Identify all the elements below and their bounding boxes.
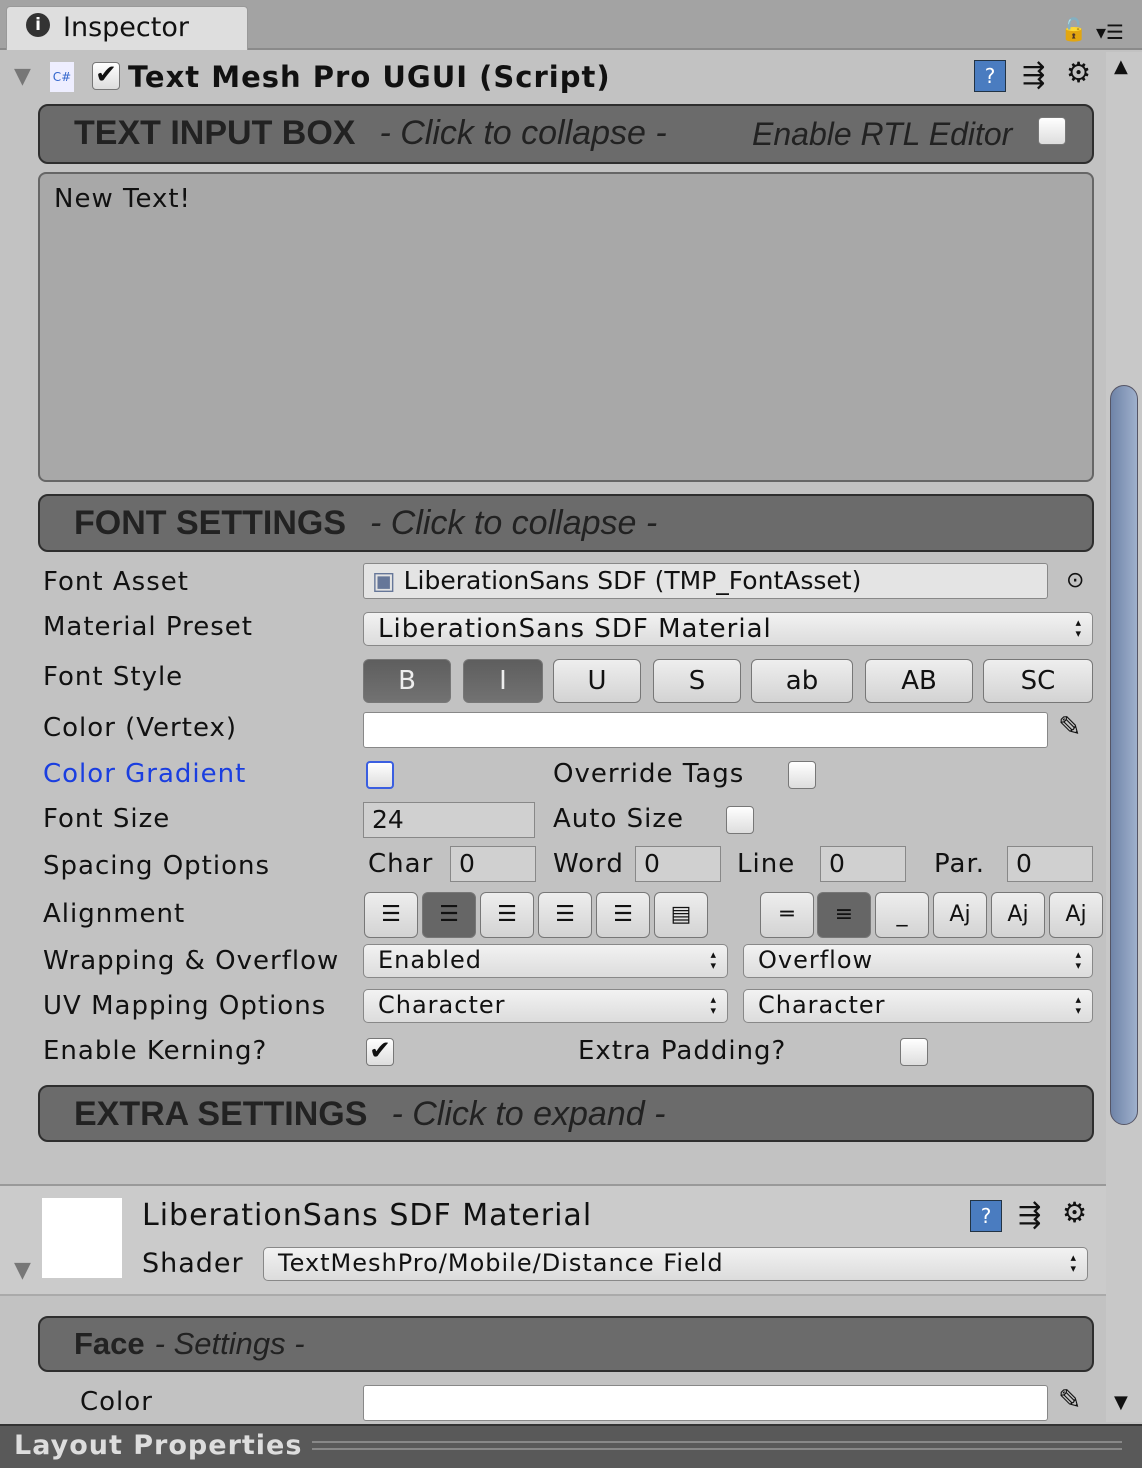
style-bold-button[interactable]: B [363,659,451,703]
spacing-options-label: Spacing Options [43,851,271,881]
info-icon: i [26,13,50,37]
extra-padding-label: Extra Padding? [578,1036,787,1066]
eyedropper-icon[interactable]: ✎ [1058,710,1081,743]
material-preset-dropdown[interactable]: LiberationSans SDF Material [363,612,1093,646]
override-tags-checkbox[interactable] [788,761,816,789]
color-vertex-swatch[interactable] [363,712,1048,748]
rtl-checkbox[interactable] [1038,117,1066,145]
color-vertex-label: Color (Vertex) [43,713,238,743]
scroll-up-icon[interactable]: ▲ [1114,56,1128,77]
auto-size-label: Auto Size [553,804,685,834]
color-gradient-label[interactable]: Color Gradient [43,759,246,789]
face-header[interactable]: Face - Settings - [38,1316,1094,1372]
uv-horizontal-dropdown[interactable]: Character [363,989,728,1023]
uv-vertical-dropdown[interactable]: Character [743,989,1093,1023]
wrapping-dropdown[interactable]: Enabled [363,944,728,978]
align-flush-icon[interactable]: ☰ [596,892,650,938]
font-asset-label: Font Asset [43,567,189,597]
alignment-label: Alignment [43,899,186,929]
menu-icon[interactable]: ▾☰ [1096,20,1124,44]
material-help-icon[interactable]: ? [970,1200,1002,1232]
rtl-label: Enable RTL Editor [752,116,1013,152]
align-geometry-center-icon[interactable]: ▤ [654,892,708,938]
component-enabled-checkbox[interactable]: ✔ [92,62,120,90]
align-justified-icon[interactable]: ☰ [538,892,592,938]
overflow-dropdown[interactable]: Overflow [743,944,1093,978]
text-input-area[interactable]: New Text! [38,172,1094,482]
material-preview [42,1198,122,1278]
color-gradient-checkbox[interactable] [366,761,394,789]
word-label: Word [553,849,624,879]
font-style-label: Font Style [43,662,184,692]
shader-label: Shader [142,1248,244,1279]
material-name: LiberationSans SDF Material [142,1198,593,1233]
face-color-swatch[interactable] [363,1385,1048,1421]
line-label: Line [737,849,796,879]
kerning-label: Enable Kerning? [43,1036,268,1066]
component-title: Text Mesh Pro UGUI (Script) [128,60,611,94]
line-spacing-input[interactable]: 0 [820,846,906,882]
material-preset-icon[interactable]: ⇶ [1018,1198,1041,1231]
extra-settings-header[interactable]: EXTRA SETTINGS - Click to expand - [38,1085,1094,1142]
gear-icon[interactable]: ⚙ [1066,56,1091,89]
scrollbar-thumb[interactable] [1110,385,1138,1125]
object-picker-icon[interactable]: ⊙ [1066,568,1084,593]
align-top-icon[interactable]: ═ [760,892,814,938]
font-size-label: Font Size [43,804,171,834]
style-underline-button[interactable]: U [553,659,641,703]
align-midline-icon[interactable]: Aj [991,892,1045,938]
word-spacing-input[interactable]: 0 [635,846,721,882]
face-eyedropper-icon[interactable]: ✎ [1058,1383,1081,1416]
uv-mapping-label: UV Mapping Options [43,991,327,1021]
align-right-icon[interactable]: ☰ [480,892,534,938]
drag-handle[interactable] [312,1441,1122,1450]
char-spacing-input[interactable]: 0 [450,846,536,882]
preset-icon[interactable]: ⇶ [1022,58,1045,91]
style-uppercase-button[interactable]: AB [865,659,973,703]
shader-dropdown[interactable]: TextMeshPro/Mobile/Distance Field [263,1247,1088,1281]
align-bottom-icon[interactable]: _ [875,892,929,938]
align-left-icon[interactable]: ☰ [364,892,418,938]
foldout-arrow-icon[interactable]: ▼ [14,64,31,89]
align-center-icon[interactable]: ☰ [422,892,476,938]
style-lowercase-button[interactable]: ab [751,659,853,703]
par-label: Par. [934,849,986,879]
align-middle-icon[interactable]: ≡ [817,892,871,938]
font-settings-header[interactable]: FONT SETTINGS - Click to collapse - [38,494,1094,552]
align-baseline-icon[interactable]: Aj [933,892,987,938]
override-tags-label: Override Tags [553,759,745,789]
csharp-icon: C# [50,62,74,92]
wrapping-label: Wrapping & Overflow [43,946,340,976]
font-size-input[interactable]: 24 [363,802,535,838]
material-gear-icon[interactable]: ⚙ [1062,1196,1087,1229]
style-smallcaps-button[interactable]: SC [983,659,1093,703]
extra-padding-checkbox[interactable] [900,1038,928,1066]
font-asset-field[interactable]: ▣ LiberationSans SDF (TMP_FontAsset) [363,563,1048,599]
scroll-down-icon[interactable]: ▼ [1114,1392,1128,1413]
tab-label: Inspector [63,12,189,43]
paragraph-spacing-input[interactable]: 0 [1007,846,1093,882]
auto-size-checkbox[interactable] [726,806,754,834]
material-foldout-icon[interactable]: ▼ [14,1258,31,1283]
face-color-label: Color [80,1387,153,1417]
help-icon[interactable]: ? [974,60,1006,92]
style-italic-button[interactable]: I [463,659,543,703]
char-label: Char [368,849,434,879]
align-capline-icon[interactable]: Aj [1049,892,1103,938]
style-strikethrough-button[interactable]: S [653,659,741,703]
material-preset-label: Material Preset [43,612,253,642]
kerning-checkbox[interactable]: ✔ [366,1038,394,1066]
lock-icon[interactable]: 🔓 [1060,18,1087,43]
